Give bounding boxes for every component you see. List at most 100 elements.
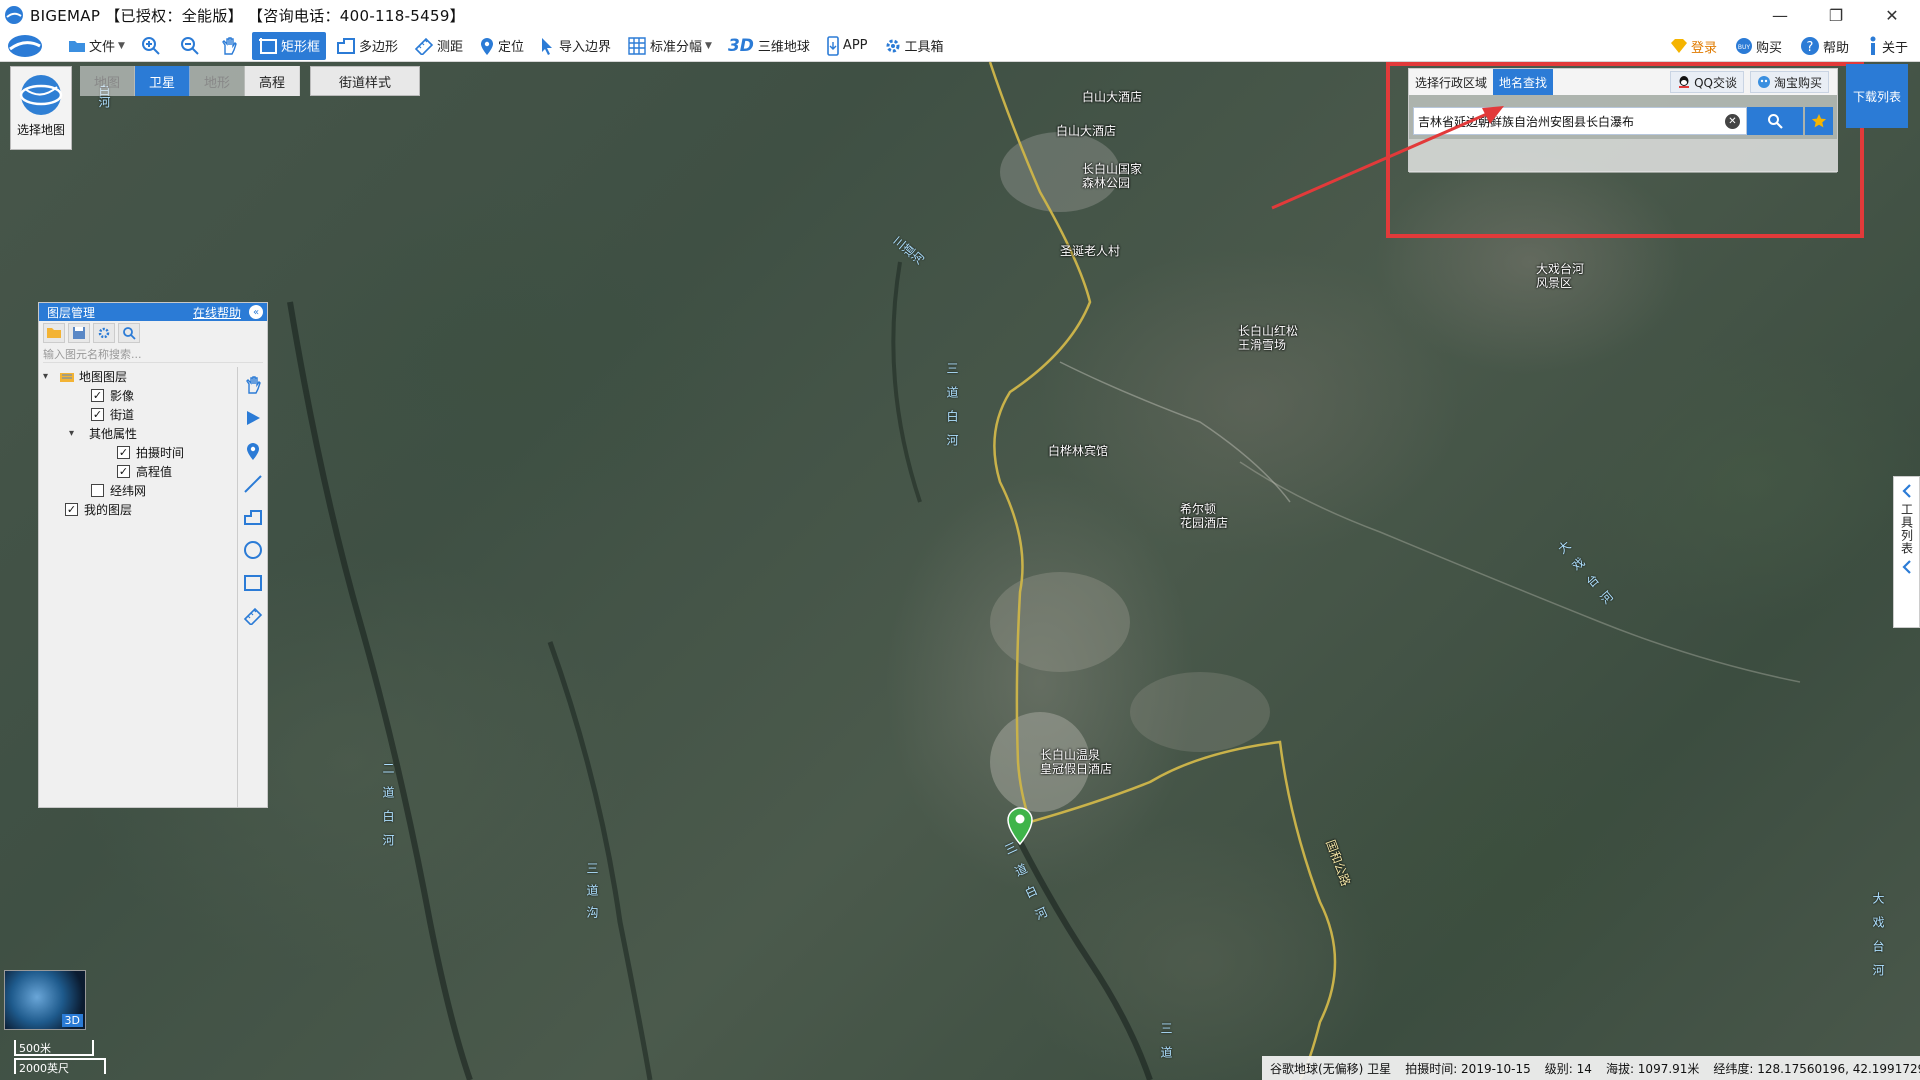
layer-settings-button[interactable]: [93, 323, 115, 343]
tree-label: 街道: [110, 408, 135, 422]
pan-button[interactable]: [213, 32, 248, 60]
svg-text:BUY: BUY: [1738, 44, 1751, 51]
download-list-button[interactable]: 下载列表: [1846, 64, 1908, 128]
poi-label[interactable]: 白山大酒店: [1056, 124, 1116, 138]
checkbox-checked[interactable]: ✓: [91, 408, 104, 421]
poi-label[interactable]: 长白山国家 森林公园: [1082, 162, 1142, 190]
chevron-down-icon: ▼: [118, 40, 125, 51]
poi-label[interactable]: 希尔顿 花园酒店: [1180, 502, 1228, 530]
tree-label: 拍摄时间: [136, 446, 185, 460]
buy-button[interactable]: BUY 购买: [1729, 32, 1788, 60]
app-label: APP: [842, 38, 868, 53]
zoom-out-button[interactable]: [174, 32, 209, 60]
zoom-in-button[interactable]: [135, 32, 170, 60]
collapse-icon[interactable]: «: [249, 305, 263, 319]
poi-label[interactable]: 长白山温泉 皇冠假日酒店: [1040, 748, 1112, 776]
help-button[interactable]: ? 帮助: [1794, 32, 1855, 60]
marker-tool[interactable]: [241, 439, 265, 463]
layer-panel-title: 图层管理: [47, 305, 96, 320]
rect-select-button[interactable]: 矩形框: [251, 31, 326, 60]
poi-label[interactable]: 圣诞老人村: [1060, 244, 1120, 258]
expand-arrow-icon[interactable]: ▾: [69, 428, 81, 439]
zoom-out-icon: [180, 36, 199, 55]
import-boundary-button[interactable]: 导入边界: [534, 32, 617, 60]
measure-button[interactable]: 测距: [408, 32, 469, 60]
tree-node-map-layers[interactable]: ▾ 地图图层: [39, 367, 267, 386]
rectangle-select-icon: [258, 37, 277, 54]
checkbox-checked[interactable]: ✓: [117, 446, 130, 459]
layer-search-input[interactable]: 输入图元名称搜索...: [43, 345, 263, 363]
chevron-left-icon[interactable]: [1901, 483, 1913, 499]
river-label: 大戏台河: [1871, 892, 1885, 988]
polygon-tool[interactable]: [241, 505, 265, 529]
ruler-icon: [243, 607, 262, 625]
tree-node-graticule[interactable]: 经纬网: [39, 481, 267, 500]
poi-label[interactable]: 白山大酒店: [1082, 90, 1142, 104]
location-pin-icon: [246, 443, 259, 460]
line-tool[interactable]: [241, 472, 265, 496]
tab-terrain[interactable]: 地形: [190, 66, 245, 96]
street-style-button[interactable]: 街道样式: [310, 66, 420, 96]
globe-3d-button[interactable]: 3D 三维地球: [722, 32, 816, 60]
tree-node-elevation[interactable]: ✓ 高程值: [39, 462, 267, 481]
toolbox-button[interactable]: 工具箱: [878, 32, 950, 60]
select-map-label: 选择地图: [16, 123, 65, 137]
hand-icon: [222, 36, 237, 55]
river-label: 三道: [1159, 1022, 1173, 1070]
file-menu[interactable]: 文件 ▼: [62, 32, 131, 60]
tree-node-streets[interactable]: ✓ 街道: [39, 405, 267, 424]
minimize-button[interactable]: —: [1752, 0, 1808, 30]
locate-button[interactable]: 定位: [473, 32, 530, 60]
tool-list-panel[interactable]: 工具列表: [1893, 476, 1920, 628]
globe-minimap[interactable]: 3D: [4, 970, 86, 1030]
status-shot-time: 拍摄时间: 2019-10-15: [1405, 1061, 1531, 1076]
close-button[interactable]: ✕: [1864, 0, 1920, 30]
online-help-link[interactable]: 在线帮助: [193, 304, 241, 321]
polygon-button[interactable]: 多边形: [330, 32, 404, 60]
layer-search-button[interactable]: [118, 323, 140, 343]
poi-label[interactable]: 白桦林宾馆: [1048, 444, 1108, 458]
3d-badge: 3D: [61, 1014, 83, 1027]
checkbox-checked[interactable]: ✓: [65, 503, 78, 516]
tab-elevation[interactable]: 高程: [245, 66, 300, 96]
pan-tool[interactable]: [241, 373, 265, 397]
save-button[interactable]: [68, 323, 90, 343]
buy-label: 购买: [1755, 40, 1782, 56]
tree-node-imagery[interactable]: ✓ 影像: [39, 386, 267, 405]
cursor-icon: [542, 37, 552, 55]
annotation-arrow: [1271, 106, 1504, 210]
app-button[interactable]: APP: [820, 32, 874, 60]
map-type-tabs: 地图 卫星 地形 高程: [80, 66, 300, 96]
select-map-button[interactable]: 选择地图: [10, 66, 72, 150]
checkbox-checked[interactable]: ✓: [91, 389, 104, 402]
login-label: 登录: [1690, 40, 1717, 56]
tree-node-other-attributes[interactable]: ▾ 其他属性: [39, 424, 267, 443]
about-label: 关于: [1881, 40, 1908, 56]
3d-icon: 3D: [727, 35, 754, 56]
tree-node-my-layers[interactable]: ✓ 我的图层: [39, 500, 267, 519]
select-tool[interactable]: [241, 406, 265, 430]
poi-label[interactable]: 长白山红松 王滑雪场: [1238, 324, 1298, 352]
restore-button[interactable]: ❐: [1808, 0, 1864, 30]
open-folder-button[interactable]: [43, 323, 65, 343]
measure-tool[interactable]: [241, 604, 265, 628]
river-label: 三道白河: [945, 362, 959, 458]
polygon-icon: [243, 510, 262, 525]
about-button[interactable]: 关于: [1861, 32, 1914, 60]
login-button[interactable]: 登录: [1664, 32, 1723, 60]
globe-3d-label: 三维地球: [757, 40, 810, 55]
drawing-tools: [237, 367, 267, 807]
tab-satellite[interactable]: 卫星: [135, 66, 190, 96]
poi-label[interactable]: 大戏台河 风景区: [1536, 262, 1584, 290]
tree-node-shot-time[interactable]: ✓ 拍摄时间: [39, 443, 267, 462]
rectangle-tool[interactable]: [241, 571, 265, 595]
standard-grid-menu[interactable]: 标准分幅 ▼: [621, 32, 718, 60]
location-marker-icon[interactable]: [1006, 805, 1034, 845]
checkbox-checked[interactable]: ✓: [117, 465, 130, 478]
expand-arrow-icon[interactable]: ▾: [43, 371, 55, 382]
gear-icon: [886, 39, 899, 52]
circle-tool[interactable]: [241, 538, 265, 562]
checkbox-unchecked[interactable]: [91, 484, 104, 497]
tab-map[interactable]: 地图: [80, 66, 135, 96]
chevron-left-icon[interactable]: [1901, 559, 1913, 575]
